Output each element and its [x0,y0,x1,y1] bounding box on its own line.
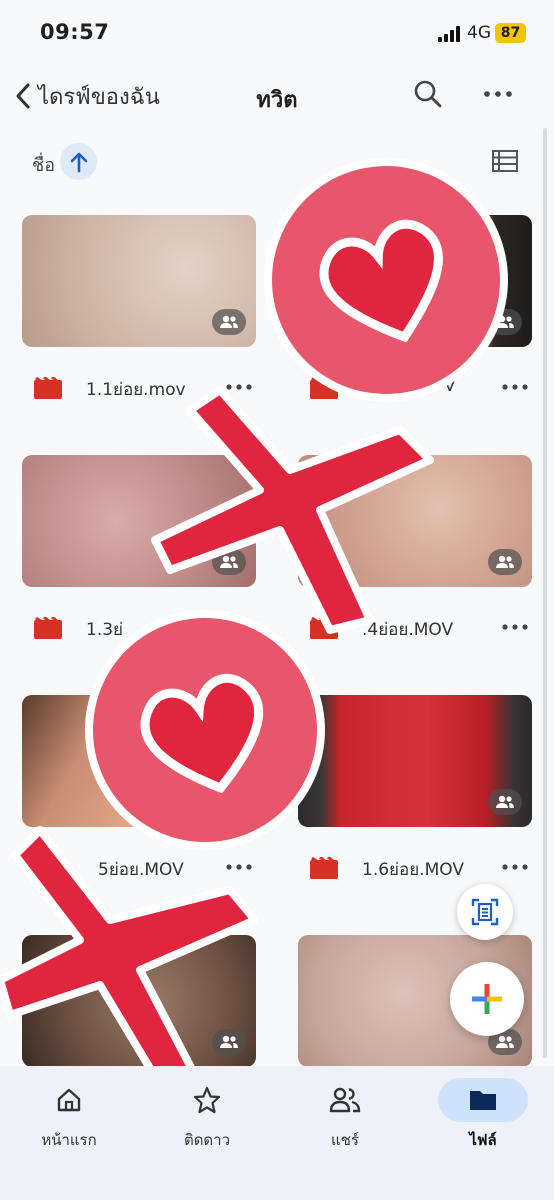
file-name: .4ย่อย.MOV [362,620,454,640]
more-horizontal-icon [226,384,252,390]
chevron-left-icon [16,83,30,109]
more-horizontal-icon [502,384,528,390]
more-horizontal-icon [502,864,528,870]
status-bar: 09:57 4G 87 [0,0,554,66]
file-info-row: V [298,365,532,405]
nav-icon-container [24,1078,114,1122]
file-name: 1.3ย่ [86,620,123,640]
people-icon [329,1087,361,1113]
nav-label: ติดดาว [183,1131,231,1149]
file-more-button[interactable] [224,857,254,877]
file-more-button[interactable] [500,857,530,877]
file-more-button[interactable] [224,617,254,637]
nav-icon-container [300,1078,390,1122]
nav-starred[interactable]: ติดดาว [138,1066,276,1176]
nav-icon-container [162,1078,252,1122]
shared-icon [488,309,522,335]
home-icon [57,1088,81,1112]
status-time: 09:57 [40,20,110,44]
folder-icon [470,1091,496,1110]
file-info-row: 5ย่อย.MOV [22,845,256,885]
arrow-up-icon [70,152,87,172]
video-file-icon [34,855,62,879]
sort-label[interactable]: ชื่อ [32,150,55,179]
list-view-toggle[interactable] [492,149,518,173]
video-file-icon [310,855,338,879]
plus-icon [472,984,502,1014]
video-thumbnail[interactable] [298,455,532,587]
file-name: 1.1ย่อย.mov [86,380,186,400]
network-type: 4G [467,23,491,43]
file-info-row: 1.1ย่อย.mov [22,365,256,405]
search-button[interactable] [412,78,444,110]
back-button[interactable]: ไดรฟ์ของฉัน [14,80,160,112]
video-thumbnail[interactable] [298,695,532,827]
file-name: 5ย่อย.MOV [98,860,184,880]
more-horizontal-icon [226,864,252,870]
shared-icon [488,789,522,815]
more-horizontal-icon [226,624,252,630]
video-thumbnail[interactable] [22,935,256,1067]
nav-home[interactable]: หน้าแรก [0,1066,138,1176]
signal-icon [438,26,464,42]
app-header: ไดรฟ์ของฉัน ทวิต [0,66,554,126]
shared-icon [212,789,246,815]
shared-icon [488,549,522,575]
shared-icon [212,1029,246,1055]
scan-button[interactable] [457,884,513,940]
video-file-icon [34,615,62,639]
sort-direction-button[interactable] [60,143,97,180]
nav-label: หน้าแรก [41,1131,97,1149]
scrollbar[interactable] [543,128,547,1058]
nav-label: ไฟล์ [469,1131,497,1149]
more-horizontal-icon [502,624,528,630]
video-thumbnail[interactable] [22,215,256,347]
new-item-button[interactable] [450,962,524,1036]
search-icon [414,80,442,108]
video-file-icon [310,615,338,639]
file-name: 1.6ย่อย.MOV [362,860,464,880]
nav-icon-container [438,1078,528,1122]
sort-bar: ชื่อ [0,140,554,184]
video-file-icon [310,375,338,399]
shared-icon [212,309,246,335]
file-name: V [444,376,456,396]
file-info-row: 1.3ย่ [22,605,256,645]
video-thumbnail[interactable] [22,695,256,827]
nav-shared[interactable]: แชร์ [276,1066,414,1176]
nav-label: แชร์ [331,1131,359,1149]
star-icon [193,1086,221,1114]
more-horizontal-icon [484,91,512,97]
file-more-button[interactable] [224,377,254,397]
video-thumbnail[interactable] [298,215,532,347]
list-view-icon [492,150,518,172]
file-info-row: 1.6ย่อย.MOV [298,845,532,885]
video-file-icon [34,375,62,399]
battery-indicator: 87 [495,23,526,43]
file-more-button[interactable] [500,377,530,397]
file-info-row: .4ย่อย.MOV [298,605,532,645]
bottom-navigation: หน้าแรก ติดดาว แชร์ ไฟล์ [0,1066,554,1200]
back-label: ไดรฟ์ของฉัน [38,84,160,110]
document-scan-icon [471,898,499,926]
file-more-button[interactable] [500,617,530,637]
video-thumbnail[interactable] [22,455,256,587]
shared-icon [212,549,246,575]
nav-files[interactable]: ไฟล์ [414,1066,552,1176]
more-options-button[interactable] [482,78,514,110]
